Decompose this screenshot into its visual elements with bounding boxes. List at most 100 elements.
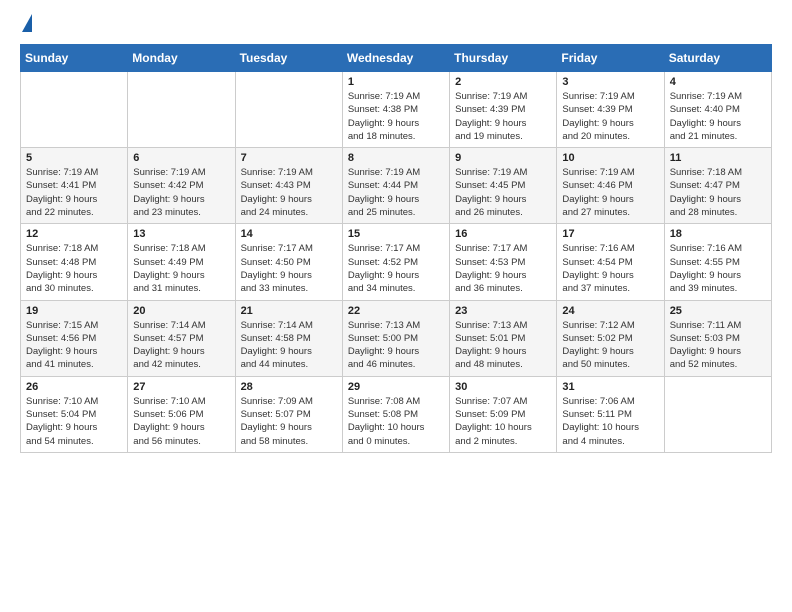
header <box>20 16 772 32</box>
day-info: Sunrise: 7:15 AM Sunset: 4:56 PM Dayligh… <box>26 319 122 372</box>
calendar-cell: 5 Sunrise: 7:19 AM Sunset: 4:41 PM Daylig… <box>21 148 128 224</box>
calendar-cell: 27Sunrise: 7:10 AM Sunset: 5:06 PM Dayli… <box>128 376 235 452</box>
day-info: Sunrise: 7:19 AM Sunset: 4:39 PM Dayligh… <box>562 90 658 143</box>
calendar-cell: 13Sunrise: 7:18 AM Sunset: 4:49 PM Dayli… <box>128 224 235 300</box>
day-info: Sunrise: 7:19 AM Sunset: 4:45 PM Dayligh… <box>455 166 551 219</box>
calendar-cell: 24 Sunrise: 7:12 AM Sunset: 5:02 PM Dayli… <box>557 300 664 376</box>
weekday-header-saturday: Saturday <box>664 45 771 72</box>
day-number: 24 <box>562 305 658 317</box>
day-number: 30 <box>455 381 551 393</box>
day-number: 8 <box>348 152 444 164</box>
calendar-cell: 25 Sunrise: 7:11 AM Sunset: 5:03 PM Dayli… <box>664 300 771 376</box>
day-info: Sunrise: 7:19 AM Sunset: 4:42 PM Dayligh… <box>133 166 229 219</box>
day-info: Sunrise: 7:19 AM Sunset: 4:41 PM Dayligh… <box>26 166 122 219</box>
day-info: Sunrise: 7:17 AM Sunset: 4:53 PM Dayligh… <box>455 242 551 295</box>
calendar-cell <box>128 72 235 148</box>
calendar-cell: 6 Sunrise: 7:19 AM Sunset: 4:42 PM Daylig… <box>128 148 235 224</box>
day-info: Sunrise: 7:10 AM Sunset: 5:04 PM Dayligh… <box>26 395 122 448</box>
day-number: 18 <box>670 228 766 240</box>
day-info: Sunrise: 7:09 AM Sunset: 5:07 PM Dayligh… <box>241 395 337 448</box>
calendar-cell: 22Sunrise: 7:13 AM Sunset: 5:00 PM Dayli… <box>342 300 449 376</box>
day-info: Sunrise: 7:07 AM Sunset: 5:09 PM Dayligh… <box>455 395 551 448</box>
calendar-table: SundayMondayTuesdayWednesdayThursdayFrid… <box>20 44 772 453</box>
day-info: Sunrise: 7:16 AM Sunset: 4:55 PM Dayligh… <box>670 242 766 295</box>
calendar-cell: 16 Sunrise: 7:17 AM Sunset: 4:53 PM Dayli… <box>450 224 557 300</box>
day-info: Sunrise: 7:17 AM Sunset: 4:50 PM Dayligh… <box>241 242 337 295</box>
calendar-cell: 3 Sunrise: 7:19 AM Sunset: 4:39 PM Daylig… <box>557 72 664 148</box>
calendar-cell: 11 Sunrise: 7:18 AM Sunset: 4:47 PM Dayli… <box>664 148 771 224</box>
day-number: 21 <box>241 305 337 317</box>
day-info: Sunrise: 7:13 AM Sunset: 5:01 PM Dayligh… <box>455 319 551 372</box>
day-number: 9 <box>455 152 551 164</box>
calendar-cell: 29 Sunrise: 7:08 AM Sunset: 5:08 PM Dayli… <box>342 376 449 452</box>
weekday-header-friday: Friday <box>557 45 664 72</box>
calendar-cell: 31 Sunrise: 7:06 AM Sunset: 5:11 PM Dayli… <box>557 376 664 452</box>
day-number: 31 <box>562 381 658 393</box>
day-number: 12 <box>26 228 122 240</box>
day-number: 10 <box>562 152 658 164</box>
day-info: Sunrise: 7:19 AM Sunset: 4:43 PM Dayligh… <box>241 166 337 219</box>
weekday-header-wednesday: Wednesday <box>342 45 449 72</box>
day-number: 13 <box>133 228 229 240</box>
weekday-header-sunday: Sunday <box>21 45 128 72</box>
day-number: 11 <box>670 152 766 164</box>
day-number: 25 <box>670 305 766 317</box>
calendar-cell: 18 Sunrise: 7:16 AM Sunset: 4:55 PM Dayli… <box>664 224 771 300</box>
weekday-header-thursday: Thursday <box>450 45 557 72</box>
calendar-cell: 4 Sunrise: 7:19 AM Sunset: 4:40 PM Daylig… <box>664 72 771 148</box>
day-info: Sunrise: 7:08 AM Sunset: 5:08 PM Dayligh… <box>348 395 444 448</box>
day-info: Sunrise: 7:11 AM Sunset: 5:03 PM Dayligh… <box>670 319 766 372</box>
day-info: Sunrise: 7:19 AM Sunset: 4:38 PM Dayligh… <box>348 90 444 143</box>
week-row-1: 1 Sunrise: 7:19 AM Sunset: 4:38 PM Daylig… <box>21 72 772 148</box>
calendar-cell <box>664 376 771 452</box>
day-info: Sunrise: 7:06 AM Sunset: 5:11 PM Dayligh… <box>562 395 658 448</box>
day-number: 20 <box>133 305 229 317</box>
weekday-header-monday: Monday <box>128 45 235 72</box>
day-info: Sunrise: 7:16 AM Sunset: 4:54 PM Dayligh… <box>562 242 658 295</box>
calendar-cell: 23 Sunrise: 7:13 AM Sunset: 5:01 PM Dayli… <box>450 300 557 376</box>
calendar-cell: 19 Sunrise: 7:15 AM Sunset: 4:56 PM Dayli… <box>21 300 128 376</box>
logo-triangle-icon <box>22 14 32 32</box>
day-info: Sunrise: 7:17 AM Sunset: 4:52 PM Dayligh… <box>348 242 444 295</box>
day-number: 27 <box>133 381 229 393</box>
day-number: 7 <box>241 152 337 164</box>
day-number: 23 <box>455 305 551 317</box>
calendar-cell: 10Sunrise: 7:19 AM Sunset: 4:46 PM Dayli… <box>557 148 664 224</box>
calendar-cell: 12 Sunrise: 7:18 AM Sunset: 4:48 PM Dayli… <box>21 224 128 300</box>
calendar-cell: 28Sunrise: 7:09 AM Sunset: 5:07 PM Dayli… <box>235 376 342 452</box>
calendar-cell: 7 Sunrise: 7:19 AM Sunset: 4:43 PM Daylig… <box>235 148 342 224</box>
day-info: Sunrise: 7:19 AM Sunset: 4:40 PM Dayligh… <box>670 90 766 143</box>
day-number: 26 <box>26 381 122 393</box>
calendar-cell: 26 Sunrise: 7:10 AM Sunset: 5:04 PM Dayli… <box>21 376 128 452</box>
day-number: 19 <box>26 305 122 317</box>
calendar-cell: 17 Sunrise: 7:16 AM Sunset: 4:54 PM Dayli… <box>557 224 664 300</box>
calendar-cell: 20 Sunrise: 7:14 AM Sunset: 4:57 PM Dayli… <box>128 300 235 376</box>
day-number: 1 <box>348 76 444 88</box>
week-row-2: 5 Sunrise: 7:19 AM Sunset: 4:41 PM Daylig… <box>21 148 772 224</box>
weekday-header-row: SundayMondayTuesdayWednesdayThursdayFrid… <box>21 45 772 72</box>
day-info: Sunrise: 7:12 AM Sunset: 5:02 PM Dayligh… <box>562 319 658 372</box>
calendar-cell: 1 Sunrise: 7:19 AM Sunset: 4:38 PM Daylig… <box>342 72 449 148</box>
day-number: 17 <box>562 228 658 240</box>
day-number: 6 <box>133 152 229 164</box>
day-number: 2 <box>455 76 551 88</box>
week-row-5: 26 Sunrise: 7:10 AM Sunset: 5:04 PM Dayli… <box>21 376 772 452</box>
day-info: Sunrise: 7:14 AM Sunset: 4:57 PM Dayligh… <box>133 319 229 372</box>
day-number: 14 <box>241 228 337 240</box>
day-number: 3 <box>562 76 658 88</box>
calendar-cell: 30 Sunrise: 7:07 AM Sunset: 5:09 PM Dayli… <box>450 376 557 452</box>
calendar-cell: 8 Sunrise: 7:19 AM Sunset: 4:44 PM Daylig… <box>342 148 449 224</box>
calendar-cell: 15Sunrise: 7:17 AM Sunset: 4:52 PM Dayli… <box>342 224 449 300</box>
day-number: 16 <box>455 228 551 240</box>
day-number: 4 <box>670 76 766 88</box>
day-number: 5 <box>26 152 122 164</box>
day-number: 29 <box>348 381 444 393</box>
calendar-cell: 2Sunrise: 7:19 AM Sunset: 4:39 PM Daylig… <box>450 72 557 148</box>
day-info: Sunrise: 7:18 AM Sunset: 4:48 PM Dayligh… <box>26 242 122 295</box>
day-info: Sunrise: 7:19 AM Sunset: 4:44 PM Dayligh… <box>348 166 444 219</box>
day-info: Sunrise: 7:18 AM Sunset: 4:47 PM Dayligh… <box>670 166 766 219</box>
calendar-cell: 21Sunrise: 7:14 AM Sunset: 4:58 PM Dayli… <box>235 300 342 376</box>
calendar-cell: 9 Sunrise: 7:19 AM Sunset: 4:45 PM Daylig… <box>450 148 557 224</box>
calendar-cell: 14 Sunrise: 7:17 AM Sunset: 4:50 PM Dayli… <box>235 224 342 300</box>
logo <box>20 16 32 32</box>
